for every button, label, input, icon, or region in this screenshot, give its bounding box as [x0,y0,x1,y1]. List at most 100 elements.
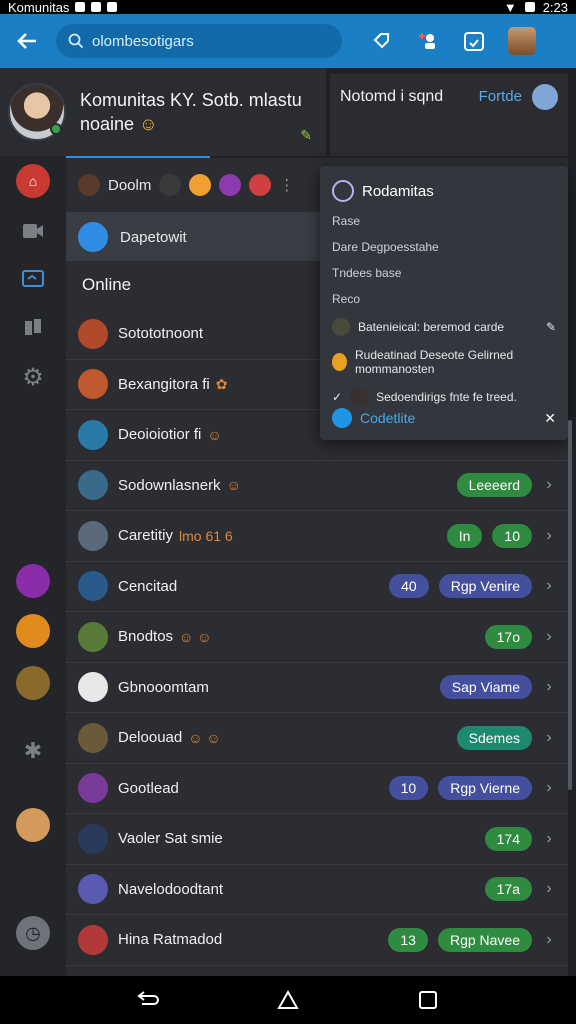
chevron-right-icon[interactable]: › [542,830,556,848]
contact-name: Sotototnoont [118,325,204,343]
contact-name: Vaoler Sat smie [118,830,223,848]
contact-row[interactable]: Cencitad 40 Rgp Venire › [66,562,568,612]
status-badge[interactable]: 17a [484,877,532,902]
contact-row[interactable]: Deloouad ☺ ☺ Sdemes › [66,713,568,764]
rail-chat-button[interactable] [16,262,50,296]
contact-row[interactable]: Sodownlasnerk ☺ Leeeerd › [66,461,568,511]
avatar [78,773,108,804]
popup-item-text: Batenieical: beremod carde [358,320,505,334]
recents-icon [419,991,437,1009]
contact-row[interactable]: Navelodoodtant 17a › [66,865,568,915]
popup-item[interactable]: Batenieical: beremod carde ✎ [332,318,556,336]
chat-icon [22,270,44,287]
status-badge[interactable]: Rgp Venire [438,574,532,599]
contact-emoji: ✿ [215,375,228,392]
avatar [78,823,108,854]
nav-home-button[interactable] [274,986,302,1014]
right-header: Notomd i sqnd Fortde [330,74,568,156]
avatar [78,222,108,252]
chevron-right-icon[interactable]: › [542,577,556,595]
rail-docs-button[interactable] [16,310,50,344]
popup-item[interactable]: Rudeatinad Deseote Gelirned mommanosten [332,348,556,376]
avatar [350,388,369,406]
rail-group-avatar[interactable] [16,564,50,598]
back-button[interactable] [12,26,42,56]
community-icon [332,180,354,202]
contact-row[interactable]: Bnodtos ☺ ☺ 17o › [66,612,568,663]
avatar [78,621,108,652]
account-avatar[interactable] [508,27,536,55]
contact-name: Navelodoodtant [118,880,224,898]
app-bar: olombesotigars [0,14,576,68]
contact-name: Deoioiotior fi [118,426,202,444]
rail-home-button[interactable]: ⌂ [16,164,50,198]
status-badge[interactable]: 13 [388,927,428,952]
right-header-link[interactable]: Fortde [479,88,522,105]
status-badge[interactable]: Leeeerd [456,473,532,498]
avatar [78,924,108,955]
community-popup: Rodamitas Rase Dare Degpoesstahe Tndees … [320,166,568,440]
chevron-right-icon[interactable]: › [542,527,556,545]
contact-row[interactable]: Gootlead 10 Rgp Vierne › [66,764,568,814]
tag-button[interactable] [370,29,394,53]
calendar-button[interactable] [462,29,486,53]
rail-clock-button[interactable]: ◷ [16,916,50,950]
chevron-right-icon[interactable]: › [542,931,556,949]
search-bar[interactable]: olombesotigars [56,24,342,58]
rail-video-button[interactable] [16,214,50,248]
status-badge[interactable]: 17o [484,624,532,649]
video-icon [23,224,43,238]
edit-profile-icon[interactable]: ✎ [300,127,312,144]
nav-back-button[interactable] [134,986,162,1014]
popup-line: Dare Degpoesstahe [332,240,439,254]
puzzle-icon: ✱ [23,738,43,763]
avatar [78,722,108,753]
profile-header: Komunitas KY. Sotb. mlastu noaine ☺ ✎ [0,68,326,156]
notification-icon [91,2,102,12]
avatar [332,318,350,336]
system-nav-bar [0,976,576,1024]
contact-row[interactable]: Gbnooomtam Sap Viame › [66,663,568,713]
rail-settings-button[interactable]: ⚙ [16,360,50,394]
rail-group-avatar[interactable] [16,666,50,700]
status-badge[interactable]: In [446,523,483,548]
more-options-icon[interactable]: ⋮ [279,176,294,194]
nav-recents-button[interactable] [414,986,442,1014]
scrollbar[interactable] [568,420,572,790]
chevron-right-icon[interactable]: › [542,779,556,797]
chevron-right-icon[interactable]: › [542,628,556,646]
status-badge[interactable]: Rgp Vierne [438,776,532,801]
contact-row[interactable]: Vaoler Sat smie 174 › [66,814,568,865]
close-icon[interactable]: ✕ [544,410,556,427]
status-badge[interactable]: Rgp Navee [437,927,532,952]
status-badge[interactable]: Sap Viame [439,675,532,700]
selected-contact-label: Dapetowit [120,228,187,246]
status-badge[interactable]: 10 [492,523,532,548]
chevron-right-icon[interactable]: › [542,880,556,898]
status-badge[interactable]: 40 [389,574,429,599]
check-icon: ✓ [332,390,343,404]
status-badge[interactable]: Sdemes [456,725,532,750]
popup-item[interactable]: ✓ Sedoendirigs fnte fe treed. [332,388,556,406]
contact-row[interactable]: Caretitiy lmo 61 6 In 10 › [66,511,568,562]
popup-footer-label: Codetlite [360,410,416,426]
contact-emoji: lmo 61 6 [179,527,233,544]
chevron-right-icon[interactable]: › [542,476,556,494]
add-user-button[interactable] [416,29,440,53]
status-badge[interactable]: 174 [484,826,532,851]
right-header-avatar[interactable] [532,84,558,110]
rail-group-avatar[interactable] [16,808,50,842]
status-badge[interactable]: 10 [388,776,429,801]
chevron-right-icon[interactable]: › [542,678,556,696]
wifi-icon: ▼ [503,0,517,15]
popup-label: Rase [332,214,361,228]
profile-name: Komunitas KY. Sotb. mlastu [80,90,302,110]
rail-puzzle-button[interactable]: ✱ [16,734,50,768]
smile-emoji-icon: ☺ [139,114,158,134]
rail-group-avatar[interactable] [16,614,50,648]
profile-avatar[interactable] [8,83,66,141]
chevron-right-icon[interactable]: › [542,729,556,747]
contact-row[interactable]: Hina Ratmadod 13 Rgp Navee › [66,915,568,966]
contact-name: Gootlead [118,779,179,797]
popup-footer[interactable]: Codetlite ✕ [332,408,556,428]
